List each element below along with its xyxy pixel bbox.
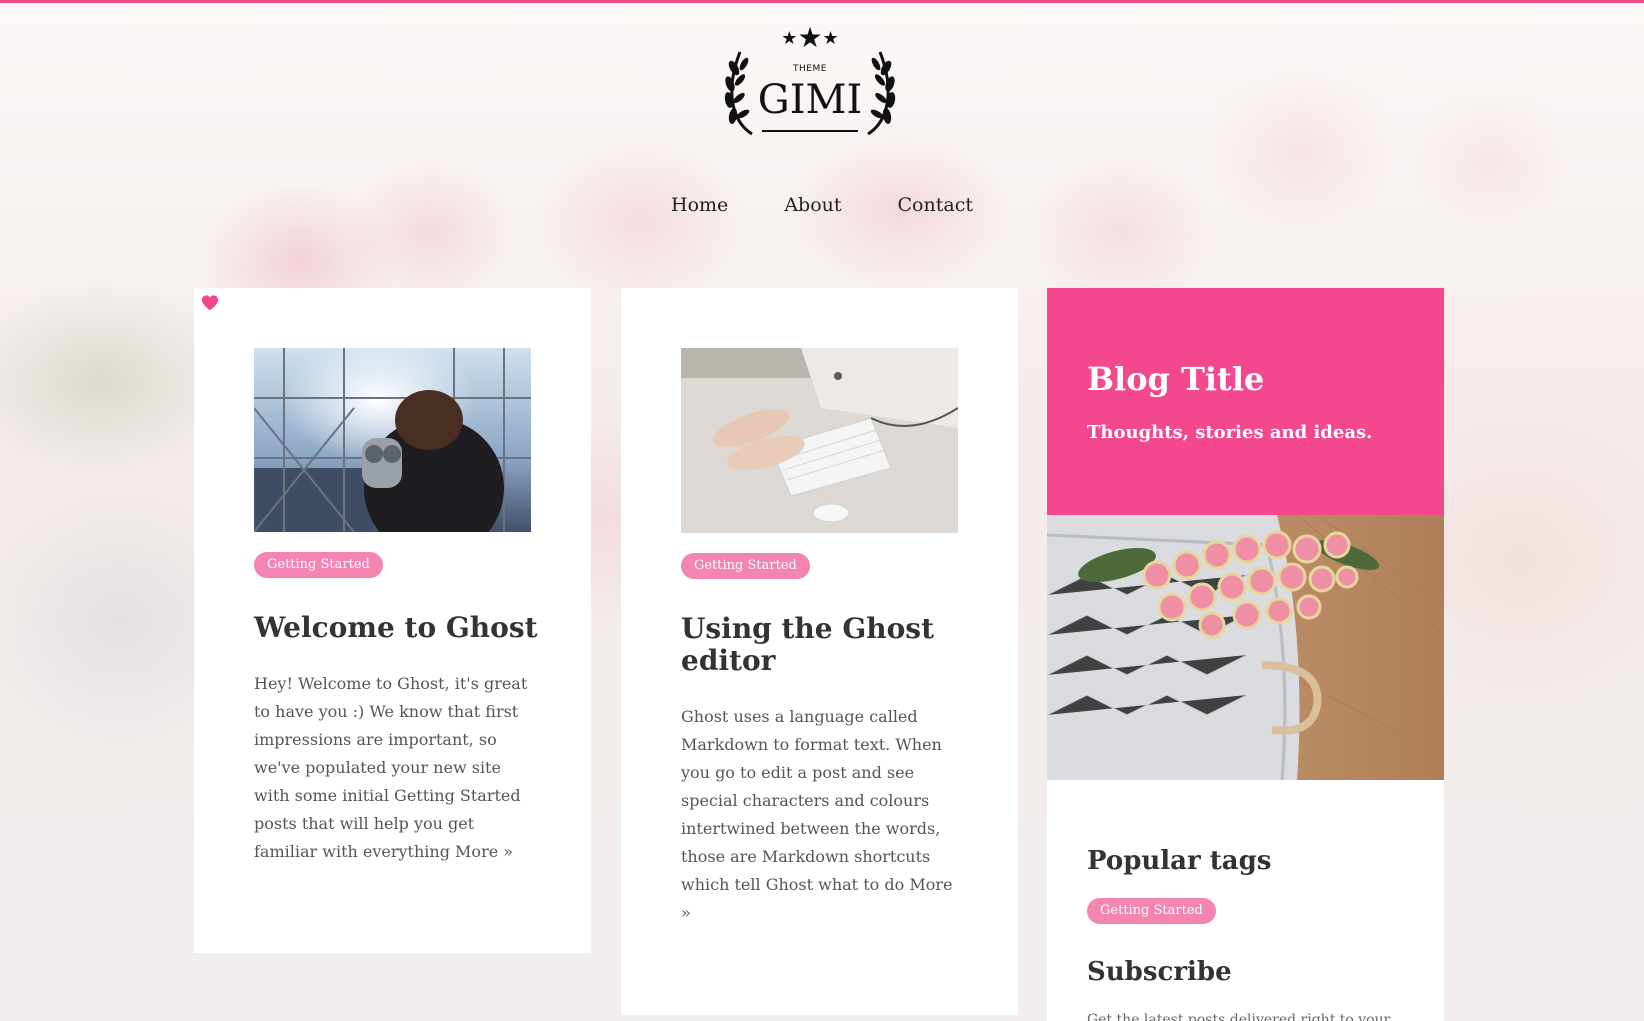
sidebar-widgets: Popular tags Getting Started Subscribe G…	[1047, 780, 1444, 1021]
logo-small-text: THEME	[793, 64, 827, 74]
nav-contact[interactable]: Contact	[870, 194, 1001, 216]
post-excerpt-text: Hey! Welcome to Ghost, it's great to hav…	[254, 674, 528, 861]
nav-home[interactable]: Home	[643, 194, 756, 216]
post-card: Getting Started Welcome to Ghost Hey! We…	[194, 288, 591, 953]
post-excerpt: Hey! Welcome to Ghost, it's great to hav…	[254, 670, 539, 866]
subscribe-heading: Subscribe	[1087, 957, 1232, 987]
post-title[interactable]: Using the Ghost editor	[681, 613, 966, 677]
site-logo[interactable]: ★★★ THEME GIMI	[722, 21, 898, 146]
blog-info-panel: Blog Title Thoughts, stories and ideas.	[1047, 288, 1444, 515]
blog-title: Blog Title	[1087, 360, 1265, 398]
post-excerpt-text: Ghost uses a language called Markdown to…	[681, 707, 942, 894]
woman-binoculars-image	[254, 348, 531, 532]
logo-name: GIMI	[757, 77, 863, 123]
subscribe-text: Get the latest posts delivered right to …	[1087, 1012, 1391, 1021]
nav-about[interactable]: About	[756, 194, 869, 216]
sidebar-image	[1047, 515, 1444, 780]
post-title[interactable]: Welcome to Ghost	[254, 612, 544, 644]
post-excerpt: Ghost uses a language called Markdown to…	[681, 703, 966, 927]
heart-icon	[201, 295, 219, 311]
main-nav: Home About Contact	[0, 194, 1644, 216]
post-thumbnail[interactable]	[681, 348, 958, 533]
post-card: Getting Started Using the Ghost editor G…	[621, 288, 1018, 1015]
stars-icon: ★★★	[781, 21, 839, 54]
read-more-link[interactable]: More »	[455, 842, 513, 861]
popular-tags-heading: Popular tags	[1087, 846, 1272, 876]
post-thumbnail[interactable]	[254, 348, 531, 532]
post-tag[interactable]: Getting Started	[681, 553, 810, 579]
roses-bucket-image	[1047, 515, 1444, 780]
blog-description: Thoughts, stories and ideas.	[1087, 422, 1373, 443]
keyboard-desk-image	[681, 348, 958, 533]
logo-underline	[762, 130, 858, 132]
post-tag[interactable]: Getting Started	[254, 552, 383, 578]
popular-tag[interactable]: Getting Started	[1087, 898, 1216, 924]
top-accent-bar	[0, 0, 1644, 3]
